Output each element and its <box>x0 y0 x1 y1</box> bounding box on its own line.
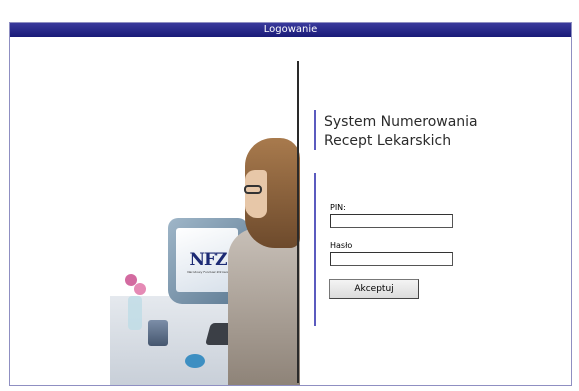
pin-label: PIN: <box>330 203 346 212</box>
panel-title: Logowanie <box>10 23 571 37</box>
flower-shape <box>134 283 146 295</box>
login-panel: Logowanie NFZ Narodowy Fundusz Zdrowia S… <box>9 22 572 386</box>
password-label: Hasło <box>330 241 353 250</box>
form-accent-bar <box>314 173 316 326</box>
pin-input[interactable] <box>330 214 453 228</box>
vase-shape <box>128 296 142 330</box>
person-face-shape <box>245 170 267 218</box>
mouse-shape <box>185 354 205 368</box>
title-accent-bar <box>314 110 316 150</box>
vertical-divider <box>297 61 299 383</box>
password-input[interactable] <box>330 252 453 266</box>
app-title-line-1: System Numerowania <box>324 114 478 130</box>
app-title-line-2: Recept Lekarskich <box>324 133 452 149</box>
submit-button[interactable]: Akceptuj <box>329 279 419 299</box>
glasses-shape <box>244 185 262 194</box>
person-body-shape <box>228 228 300 385</box>
app-title: System Numerowania Recept Lekarskich <box>324 113 544 151</box>
illustration-photo: NFZ Narodowy Fundusz Zdrowia <box>110 108 300 385</box>
pencil-cup-shape <box>148 320 168 346</box>
